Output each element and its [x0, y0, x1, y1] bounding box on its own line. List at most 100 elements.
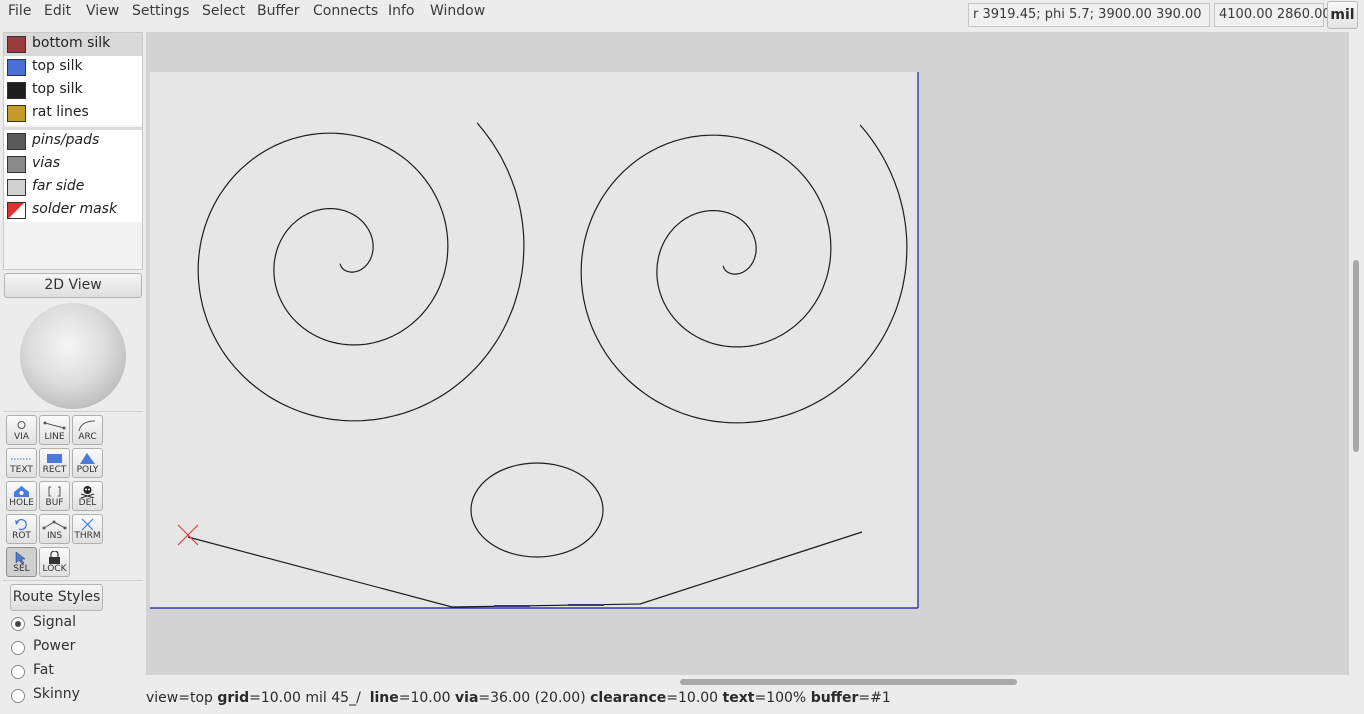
tool-label: ARC — [78, 432, 97, 442]
tool-text-button[interactable]: TEXT — [6, 448, 37, 478]
layer-item[interactable]: top silk — [4, 56, 142, 79]
tool-label: ROT — [12, 531, 31, 541]
pcb-canvas[interactable] — [146, 32, 1349, 675]
poly-icon — [80, 453, 95, 464]
layer-item[interactable]: far side — [4, 176, 142, 199]
via-icon — [17, 421, 26, 429]
select-icon — [15, 551, 26, 564]
menu-info[interactable]: Info — [388, 3, 415, 19]
layer-label: far side — [32, 178, 85, 194]
tool-poly-button[interactable]: POLY — [72, 448, 103, 478]
tool-line-button[interactable]: LINE — [39, 415, 70, 445]
menu-settings[interactable]: Settings — [132, 3, 189, 19]
layer-item[interactable]: solder mask — [4, 199, 142, 222]
status-angle: 45_/ — [331, 690, 361, 706]
tool-arc-button[interactable]: ARC — [72, 415, 103, 445]
status-text-value: =100% — [754, 690, 807, 706]
tool-label: INS — [46, 531, 63, 541]
cursor-coordinate-readout: r 3919.45; phi 5.7; 3900.00 390.00 — [968, 3, 1210, 27]
tool-select-button[interactable]: SEL — [6, 547, 37, 577]
layer-label: rat lines — [32, 104, 89, 120]
tool-delete-button[interactable]: DEL — [72, 481, 103, 511]
tool-label: THRM — [74, 531, 101, 541]
2d-view-button[interactable]: 2D View — [4, 273, 142, 298]
rect-icon — [47, 454, 62, 463]
tool-hole-button[interactable]: HOLE — [6, 481, 37, 511]
menu-buffer[interactable]: Buffer — [257, 3, 300, 19]
delete-icon — [80, 486, 95, 498]
layer-item[interactable]: vias — [4, 153, 142, 176]
layer-item[interactable]: rat lines — [4, 102, 142, 125]
layer-color-swatch[interactable] — [7, 36, 26, 53]
status-grid-value: =10.00 mil — [249, 690, 327, 706]
lock-icon — [49, 551, 60, 564]
tool-label: LINE — [44, 432, 65, 442]
tool-thermal-button[interactable]: THRM — [72, 514, 103, 544]
tool-label: HOLE — [9, 498, 34, 508]
tool-label: DEL — [78, 498, 97, 508]
tool-label: SEL — [13, 564, 30, 574]
route-style-label: Power — [33, 638, 76, 654]
status-line-value: =10.00 — [398, 690, 451, 706]
layer-color-swatch[interactable] — [7, 179, 26, 196]
tool-label: TEXT — [10, 465, 33, 475]
radio-button[interactable] — [11, 617, 25, 631]
tool-rotate-button[interactable]: ROT — [6, 514, 37, 544]
tool-via-button[interactable]: VIA — [6, 415, 37, 445]
tool-lock-button[interactable]: LOCK — [39, 547, 70, 577]
status-grid-key: grid — [217, 690, 250, 706]
status-line-key: line — [369, 690, 399, 706]
tool-rect-button[interactable]: RECT — [39, 448, 70, 478]
route-style-label: Skinny — [33, 686, 80, 702]
status-via-value: =36.00 (20.00) — [478, 690, 586, 706]
layer-label: vias — [32, 155, 61, 171]
radio-button[interactable] — [11, 689, 25, 703]
text-icon — [11, 458, 32, 460]
layer-color-swatch[interactable] — [7, 202, 26, 219]
route-styles-button[interactable]: Route Styles — [10, 584, 103, 611]
layer-color-swatch[interactable] — [7, 82, 26, 99]
layer-label: pins/pads — [32, 132, 100, 148]
pcb-drawing[interactable] — [146, 32, 1349, 675]
menu-connects[interactable]: Connects — [313, 3, 378, 19]
tool-insert-button[interactable]: INS — [39, 514, 70, 544]
layer-list: bottom silk top silk top silk rat lines … — [3, 32, 143, 270]
radio-button[interactable] — [11, 665, 25, 679]
tool-label: POLY — [76, 465, 99, 475]
arc-icon — [78, 420, 96, 432]
insert-icon — [42, 520, 67, 530]
status-clearance-value: =10.00 — [666, 690, 719, 706]
unit-toggle-button[interactable]: mil — [1327, 1, 1358, 29]
layer-label: bottom silk — [32, 35, 111, 51]
tool-label: LOCK — [42, 564, 67, 574]
layer-item[interactable]: pins/pads — [4, 130, 142, 153]
status-key: view — [146, 690, 179, 706]
tool-label: VIA — [14, 432, 29, 442]
tool-label: RECT — [42, 465, 67, 475]
vertical-scrollbar-thumb[interactable] — [1353, 260, 1359, 452]
layer-item[interactable]: bottom silk — [4, 33, 142, 56]
horizontal-scrollbar-thumb[interactable] — [680, 679, 1017, 685]
tool-buffer-button[interactable]: BUF — [39, 481, 70, 511]
menu-edit[interactable]: Edit — [44, 3, 71, 19]
menu-window[interactable]: Window — [430, 3, 485, 19]
layer-color-swatch[interactable] — [7, 59, 26, 76]
layer-label: top silk — [32, 58, 83, 74]
buffer-icon — [48, 486, 61, 497]
status-via-key: via — [455, 690, 479, 706]
menu-select[interactable]: Select — [202, 3, 245, 19]
menu-view[interactable]: View — [86, 3, 119, 19]
layer-label: top silk — [32, 81, 83, 97]
layer-label: solder mask — [32, 201, 118, 217]
status-buffer-key: buffer — [810, 690, 859, 706]
thermal-icon — [81, 518, 94, 531]
menu-file[interactable]: File — [8, 3, 31, 19]
panel-divider — [3, 580, 143, 581]
route-style-label: Fat — [33, 662, 54, 678]
radio-button[interactable] — [11, 641, 25, 655]
layer-color-swatch[interactable] — [7, 133, 26, 150]
view-rotation-sphere[interactable] — [20, 303, 126, 409]
layer-color-swatch[interactable] — [7, 156, 26, 173]
layer-color-swatch[interactable] — [7, 105, 26, 122]
layer-item[interactable]: top silk — [4, 79, 142, 102]
